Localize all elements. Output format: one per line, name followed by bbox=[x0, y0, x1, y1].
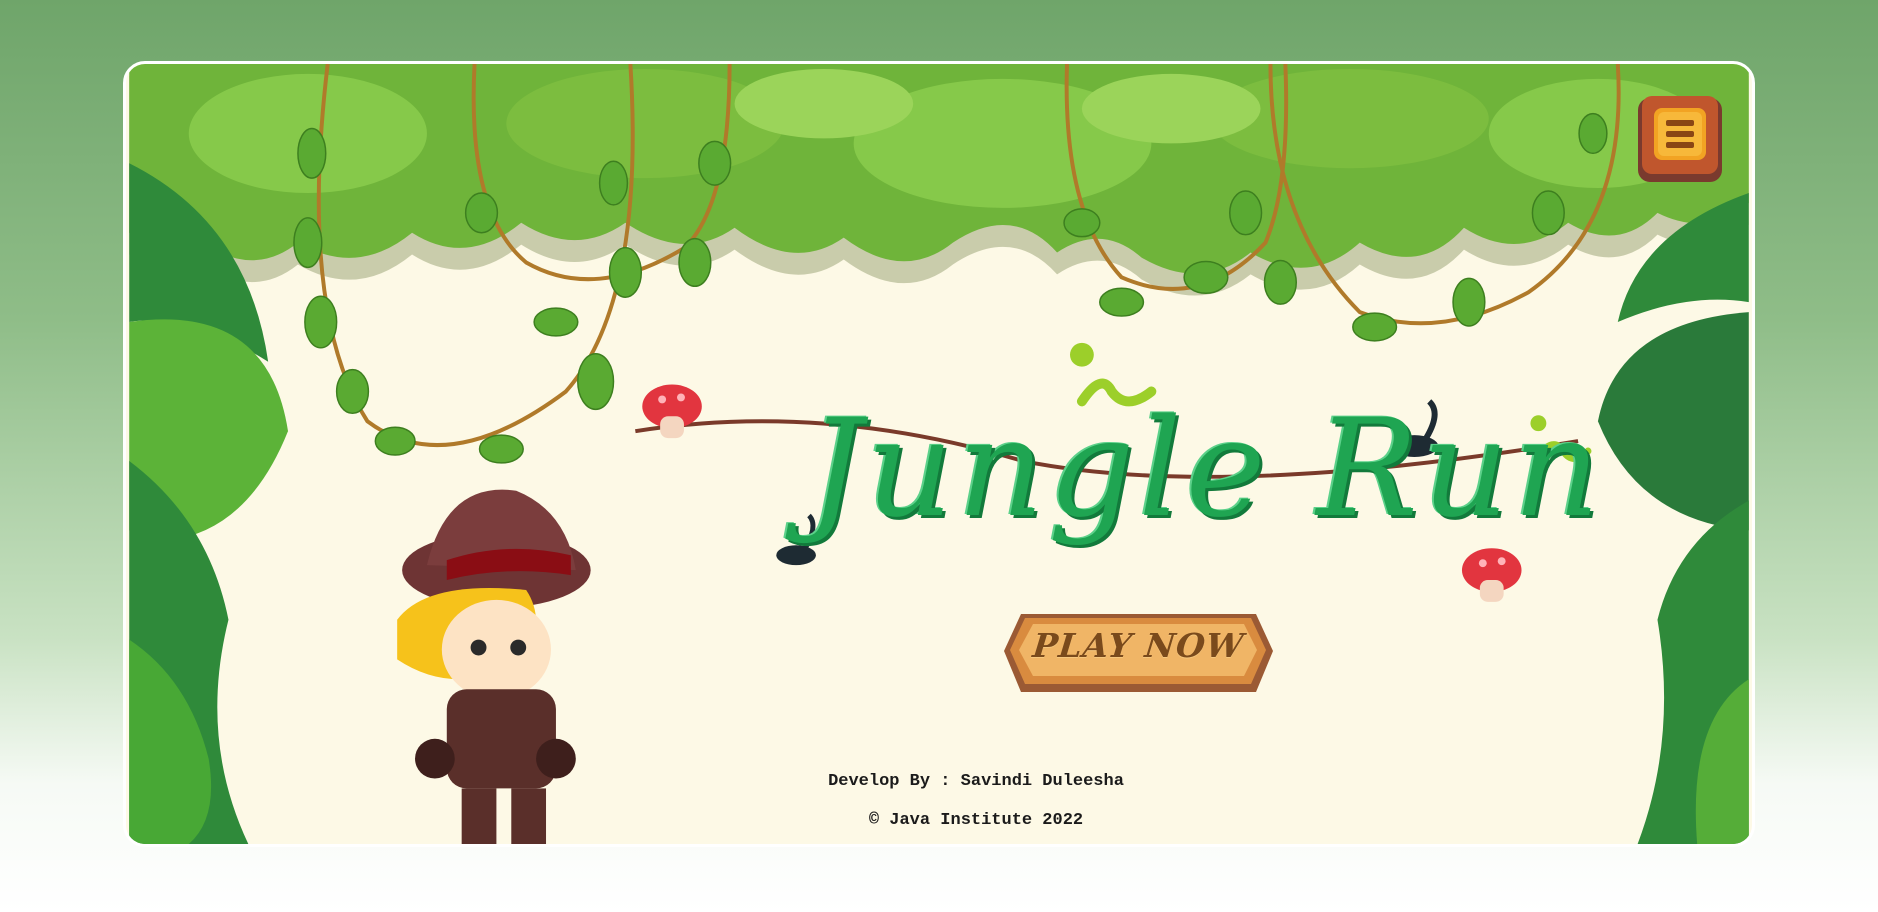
mushroom-right bbox=[1461, 548, 1522, 602]
canopy bbox=[129, 64, 1749, 296]
game-stage: Jungle Run PLAY NOW Develop By : Savindi… bbox=[123, 61, 1755, 847]
play-now-label: PLAY NOW bbox=[1030, 626, 1247, 665]
developer-credit: Develop By : Savindi Duleesha bbox=[828, 772, 1124, 791]
explorer-character bbox=[397, 489, 591, 844]
menu-button[interactable] bbox=[1636, 94, 1724, 184]
game-title: Jungle Run bbox=[808, 390, 1604, 547]
play-now-button[interactable]: PLAY NOW bbox=[1001, 604, 1276, 699]
copyright-text: © Java Institute 2022 bbox=[868, 811, 1084, 830]
menu-icon bbox=[1638, 96, 1722, 182]
